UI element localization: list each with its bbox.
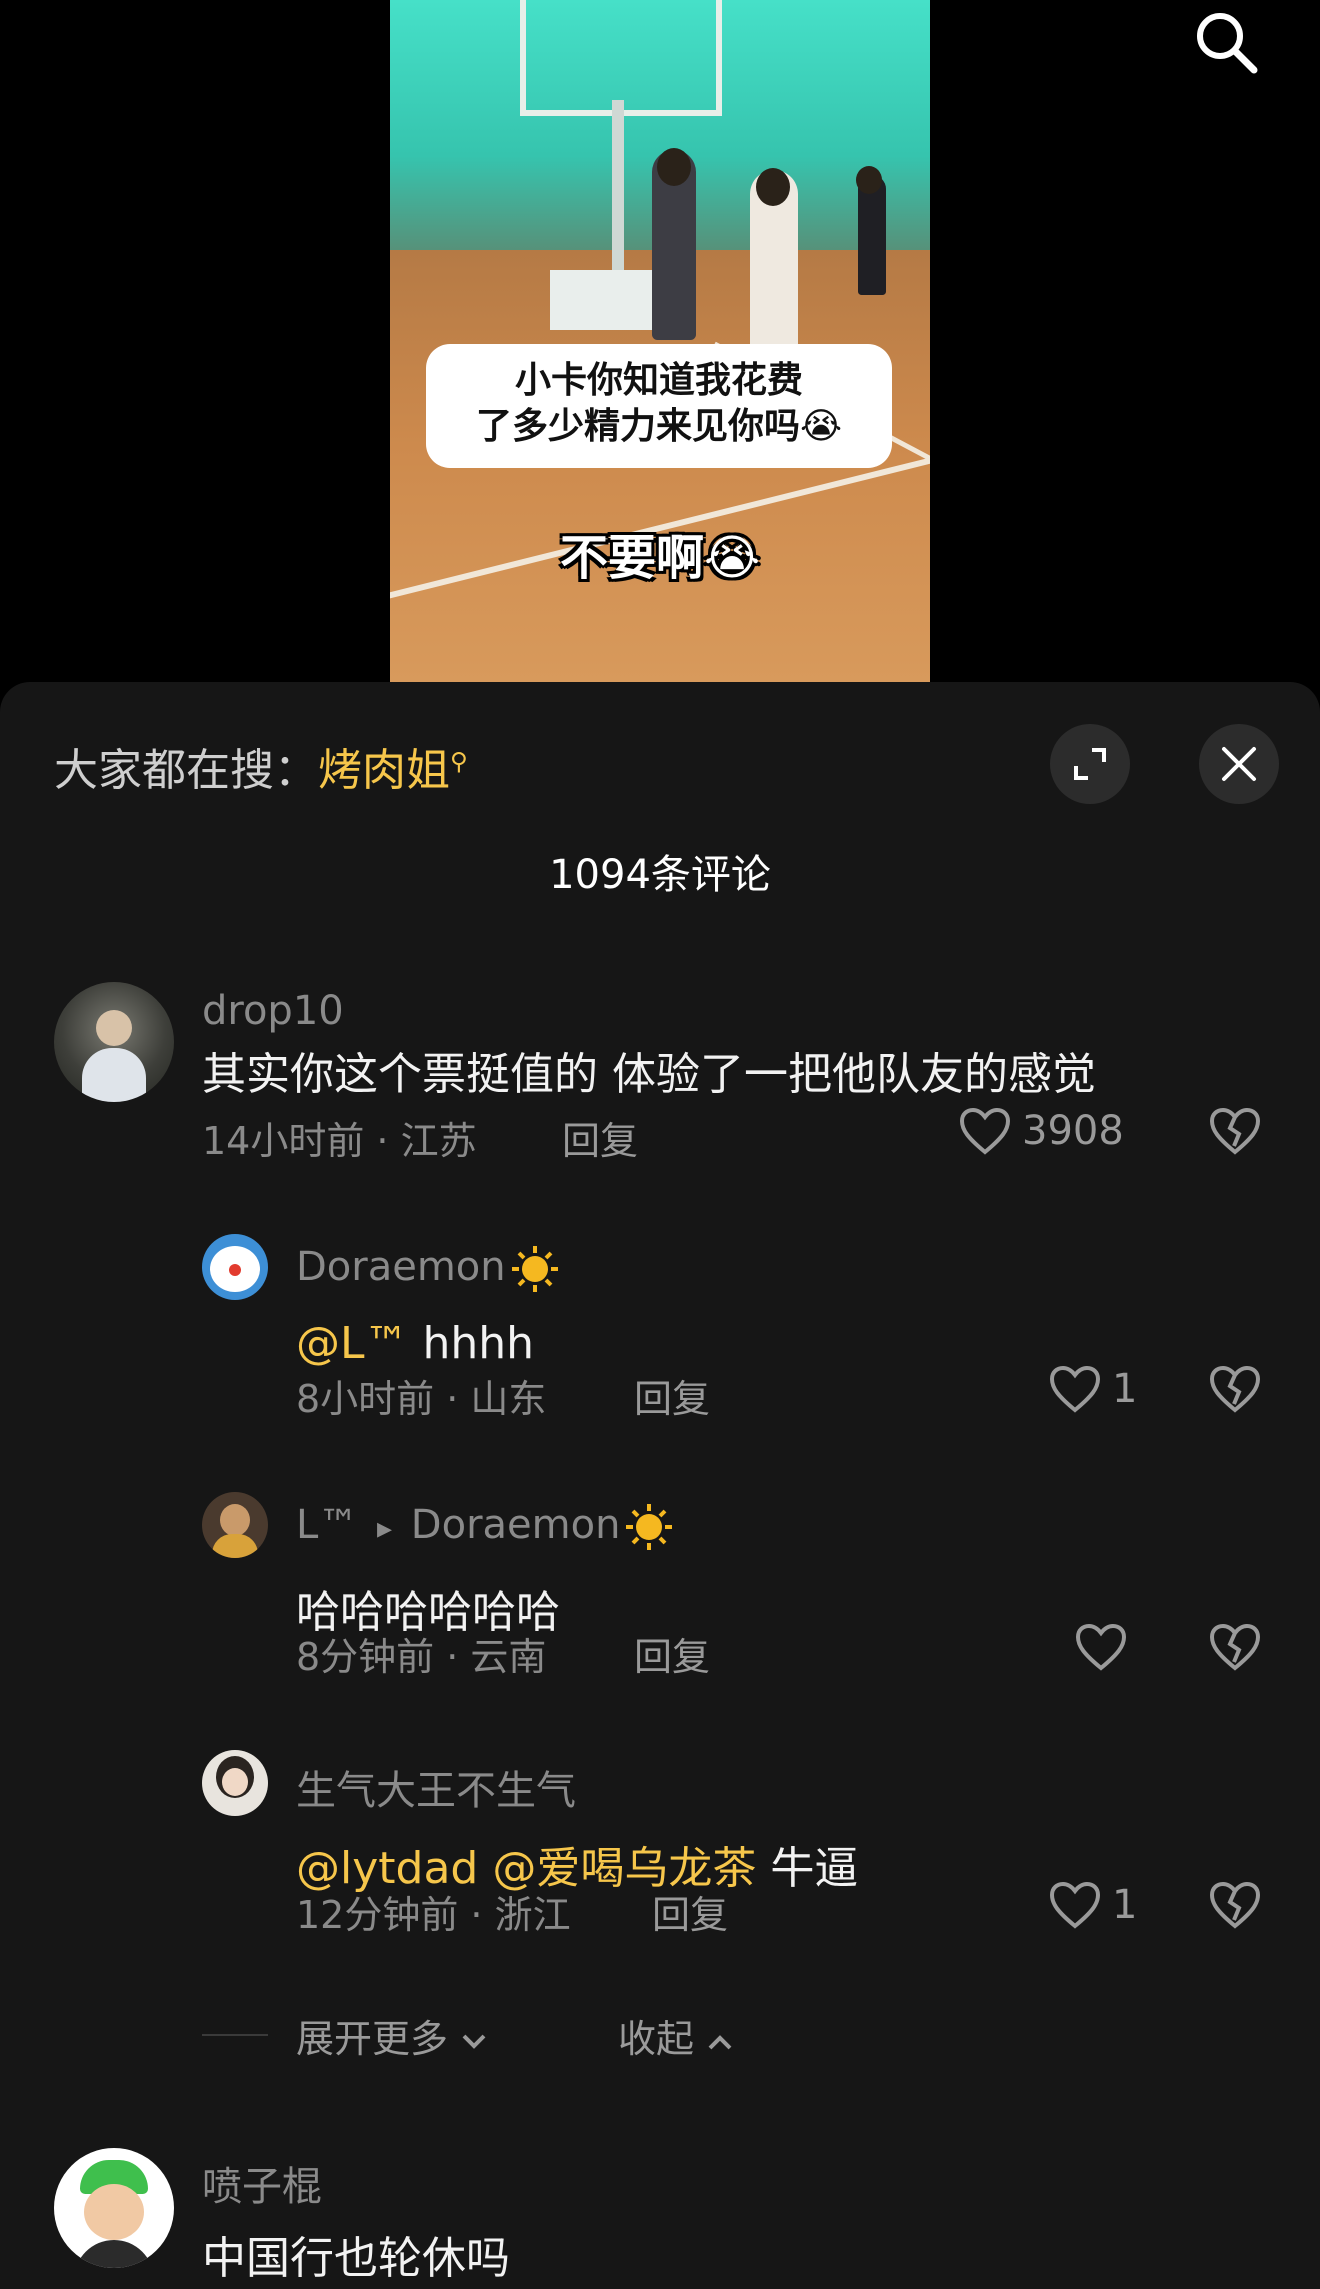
thread-divider bbox=[202, 2034, 268, 2036]
bubble-line-1: 小卡你知道我花费 bbox=[514, 360, 803, 401]
close-button[interactable] bbox=[1199, 724, 1279, 804]
avatar[interactable] bbox=[202, 1234, 268, 1300]
collapse-button[interactable]: 收起 bbox=[618, 2008, 734, 2063]
like-count: 1 bbox=[1112, 1882, 1138, 1928]
heart-icon bbox=[1075, 1623, 1127, 1671]
broken-heart-icon[interactable] bbox=[1208, 1106, 1262, 1156]
like-button[interactable]: 1 bbox=[1048, 1364, 1137, 1414]
comment-username[interactable]: drop10 bbox=[202, 988, 344, 1034]
avatar[interactable] bbox=[54, 982, 174, 1102]
collapse-label: 收起 bbox=[618, 2017, 695, 2061]
comment-meta: 14小时前 · 江苏 bbox=[202, 1119, 477, 1163]
reply-meta: 8分钟前 · 云南 bbox=[296, 1635, 547, 1679]
reply-username-text: L™ bbox=[296, 1502, 359, 1548]
reply-username[interactable]: Doraemon bbox=[296, 1244, 560, 1294]
reply-meta: 12分钟前 · 浙江 bbox=[296, 1893, 571, 1937]
mention-link[interactable]: @L™ bbox=[296, 1318, 409, 1369]
broken-heart-icon[interactable] bbox=[1208, 1622, 1262, 1672]
close-icon bbox=[1222, 747, 1256, 781]
like-button[interactable]: 3908 bbox=[958, 1106, 1124, 1156]
video-speech-bubble: 小卡你知道我花费 了多少精力来见你吗😭 bbox=[426, 344, 892, 468]
person-head bbox=[856, 166, 882, 194]
bubble-line-2: 了多少精力来见你吗😭 bbox=[475, 406, 843, 447]
hot-search-label: 大家都在搜： bbox=[54, 745, 318, 796]
video-caption: 不要啊😭 bbox=[559, 530, 761, 586]
reply-username[interactable]: 生气大王不生气 bbox=[296, 1758, 576, 1816]
reply-username[interactable]: L™ ▸ Doraemon bbox=[296, 1502, 674, 1552]
basketball-backboard bbox=[520, 0, 722, 116]
heart-icon bbox=[1049, 1365, 1101, 1413]
reply-button[interactable]: 回复 bbox=[652, 1884, 728, 1939]
sun-emoji-icon bbox=[510, 1244, 560, 1294]
reply-button[interactable]: 回复 bbox=[634, 1626, 710, 1681]
avatar[interactable] bbox=[202, 1750, 268, 1816]
broken-heart-icon[interactable] bbox=[1208, 1880, 1262, 1930]
reply-to-arrow-icon: ▸ bbox=[377, 1511, 393, 1546]
comment-username[interactable]: 喷子棍 bbox=[202, 2154, 322, 2212]
person-head bbox=[657, 148, 691, 186]
hot-search[interactable]: 大家都在搜：烤肉姐⚲ bbox=[54, 734, 468, 798]
heart-icon bbox=[1049, 1881, 1101, 1929]
avatar[interactable] bbox=[54, 2148, 174, 2268]
like-button[interactable] bbox=[1074, 1622, 1138, 1672]
comments-header: 大家都在搜：烤肉姐⚲ 1094条评论 bbox=[0, 682, 1320, 898]
chevron-up-icon bbox=[708, 2035, 732, 2050]
hot-search-keyword[interactable]: 烤肉姐 bbox=[318, 745, 450, 796]
expand-more-label: 展开更多 bbox=[296, 2017, 449, 2061]
sun-emoji-icon bbox=[624, 1502, 674, 1552]
like-button[interactable]: 1 bbox=[1048, 1880, 1137, 1930]
avatar[interactable] bbox=[202, 1492, 268, 1558]
reply-button[interactable]: 回复 bbox=[634, 1368, 710, 1423]
heart-icon bbox=[959, 1107, 1011, 1155]
reply-body: 牛逼 bbox=[756, 1843, 859, 1894]
reply-body: hhhh bbox=[408, 1318, 535, 1369]
search-button[interactable] bbox=[1188, 4, 1264, 80]
like-count: 1 bbox=[1112, 1366, 1138, 1412]
reply-meta: 8小时前 · 山东 bbox=[296, 1377, 547, 1421]
comment-text: 中国行也轮休吗 bbox=[202, 2233, 510, 2284]
search-icon bbox=[1197, 13, 1258, 74]
comment-count: 1094条评论 bbox=[549, 852, 771, 898]
expand-button[interactable] bbox=[1050, 724, 1130, 804]
broken-heart-icon[interactable] bbox=[1208, 1364, 1262, 1414]
search-small-icon: ⚲ bbox=[450, 747, 468, 776]
expand-more-button[interactable]: 展开更多 bbox=[296, 2008, 488, 2063]
comment-text: 其实你这个票挺值的 体验了一把他队友的感觉 bbox=[202, 1049, 1096, 1100]
chevron-down-icon bbox=[462, 2034, 486, 2049]
reply-text: @L™ hhhh bbox=[296, 1318, 534, 1369]
reply-button[interactable]: 回复 bbox=[562, 1110, 638, 1165]
person-head bbox=[756, 168, 790, 206]
reply-username-text: Doraemon bbox=[296, 1244, 506, 1290]
expand-icon bbox=[1074, 748, 1106, 780]
reply-target-user[interactable]: Doraemon bbox=[411, 1502, 621, 1548]
like-count: 3908 bbox=[1022, 1108, 1124, 1154]
comments-panel: 大家都在搜：烤肉姐⚲ 1094条评论 drop10 其实你这个票挺值的 体验了一… bbox=[0, 682, 1320, 2289]
